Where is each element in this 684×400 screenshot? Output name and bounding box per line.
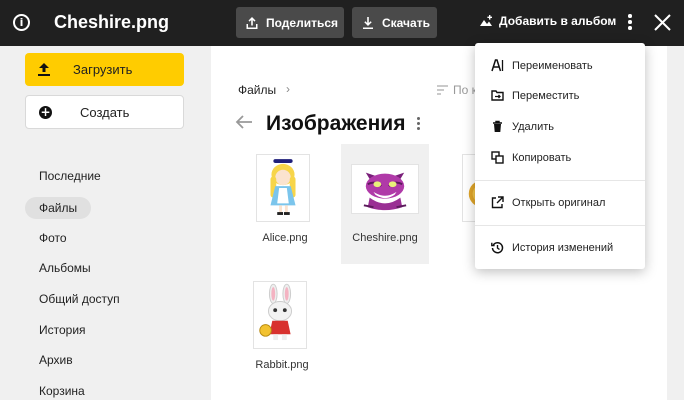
- create-button[interactable]: + Создать: [25, 95, 184, 129]
- add-to-album-button[interactable]: Добавить в альбом: [479, 14, 616, 28]
- plus-icon: +: [39, 105, 52, 119]
- folder-more-icon[interactable]: [416, 117, 421, 133]
- menu-divider: [475, 180, 645, 181]
- upload-label: Загрузить: [73, 62, 133, 77]
- file-title: Cheshire.png: [54, 12, 170, 32]
- more-vertical-icon[interactable]: [627, 14, 633, 32]
- sort-label: По к: [453, 83, 477, 97]
- open-external-icon: [491, 196, 504, 209]
- back-arrow-icon[interactable]: [235, 114, 253, 130]
- menu-item-label: Переименовать: [512, 60, 593, 72]
- sidebar-item-trash[interactable]: Корзина: [25, 380, 99, 400]
- file-thumbnail: [351, 164, 419, 214]
- trash-icon: [493, 120, 502, 132]
- sort-icon: [437, 85, 448, 95]
- share-label: Поделиться: [266, 15, 339, 30]
- file-tile[interactable]: Alice.png: [241, 144, 329, 264]
- menu-item-label: История изменений: [512, 242, 614, 254]
- sort-control[interactable]: По к: [437, 83, 477, 97]
- copy-icon: [491, 151, 504, 164]
- file-name: Rabbit.png: [255, 359, 309, 371]
- cheshire-cat-image: [363, 172, 407, 211]
- download-button[interactable]: Скачать: [352, 7, 437, 38]
- menu-divider: [475, 225, 645, 226]
- rabbit-image: [259, 283, 293, 341]
- menu-item-copy[interactable]: Копировать: [475, 145, 645, 171]
- file-name: Cheshire.png: [352, 232, 418, 244]
- move-icon: [491, 90, 504, 101]
- sidebar-item-history[interactable]: История: [25, 319, 100, 341]
- menu-item-rename[interactable]: Переименовать: [475, 53, 645, 79]
- sidebar-item-photo[interactable]: Фото: [25, 227, 81, 249]
- breadcrumb[interactable]: Файлы: [238, 83, 276, 97]
- menu-item-open-original[interactable]: Открыть оригинал: [475, 190, 645, 216]
- chevron-right-icon: ›: [286, 82, 290, 96]
- download-label: Скачать: [382, 15, 430, 30]
- sidebar-item-files[interactable]: Файлы: [25, 197, 92, 219]
- download-icon: [363, 16, 373, 29]
- add-to-album-label: Добавить в альбом: [499, 14, 617, 28]
- menu-item-label: Переместить: [512, 90, 580, 102]
- upload-button[interactable]: Загрузить: [25, 53, 184, 86]
- menu-item-history[interactable]: История изменений: [475, 235, 645, 261]
- folder-title: Изображения: [266, 112, 406, 135]
- alice-image: [270, 159, 296, 215]
- file-thumbnail: [253, 281, 307, 349]
- file-thumbnail: [256, 154, 310, 222]
- menu-item-label: Открыть оригинал: [512, 197, 606, 209]
- menu-item-move[interactable]: Переместить: [475, 83, 645, 109]
- sidebar-item-shared[interactable]: Общий доступ: [25, 288, 134, 310]
- share-button[interactable]: Поделиться: [236, 7, 344, 38]
- menu-item-label: Удалить: [512, 121, 554, 133]
- menu-item-label: Копировать: [512, 152, 572, 164]
- upload-icon: [38, 63, 50, 76]
- history-icon: [491, 241, 504, 254]
- info-icon[interactable]: i: [13, 14, 30, 31]
- create-label: Создать: [80, 105, 130, 120]
- sidebar-item-recent[interactable]: Последние: [25, 165, 115, 187]
- sidebar-item-albums[interactable]: Альбомы: [25, 257, 105, 279]
- file-name: Alice.png: [262, 232, 308, 244]
- album-add-icon: [480, 15, 492, 26]
- rename-icon: [491, 59, 504, 72]
- sidebar-item-archive[interactable]: Архив: [25, 349, 87, 371]
- top-bar: i Cheshire.png Поделиться Скачать Добави…: [0, 0, 684, 46]
- close-icon[interactable]: [653, 13, 672, 32]
- share-icon: [246, 16, 258, 29]
- context-menu: Переименовать Переместить Удалить Копиро…: [475, 43, 645, 269]
- file-tile-selected[interactable]: Cheshire.png: [341, 144, 429, 264]
- menu-item-delete[interactable]: Удалить: [475, 114, 645, 140]
- file-tile[interactable]: Rabbit.png: [238, 271, 326, 391]
